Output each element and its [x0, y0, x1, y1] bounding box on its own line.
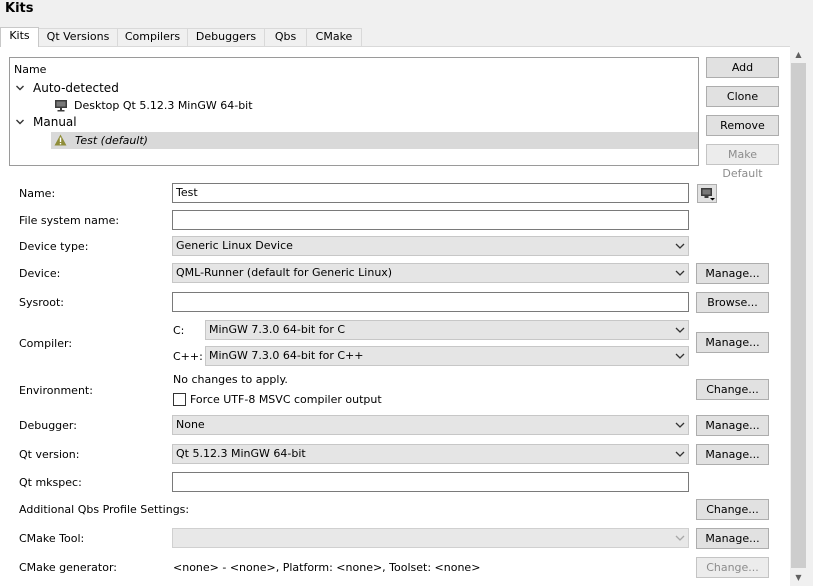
qbs-profile-label: Additional Qbs Profile Settings:	[19, 503, 190, 516]
page-title: Kits	[5, 1, 34, 16]
qt-version-select[interactable]: Qt 5.12.3 MinGW 64-bit	[172, 444, 689, 464]
environment-change-button[interactable]: Change...	[696, 379, 769, 400]
scroll-down-icon[interactable]: ▼	[790, 569, 807, 586]
chevron-down-icon[interactable]	[15, 80, 25, 97]
sysroot-input[interactable]	[172, 292, 689, 312]
scrollbar-thumb[interactable]	[791, 63, 806, 568]
filesystem-label: File system name:	[19, 214, 120, 227]
environment-status: No changes to apply.	[173, 373, 288, 386]
cmake-tool-select[interactable]	[172, 528, 689, 548]
chevron-down-icon	[675, 416, 685, 434]
chevron-down-icon	[675, 237, 685, 255]
monitor-dropdown-icon	[701, 188, 715, 201]
mkspec-input[interactable]	[172, 472, 689, 492]
sysroot-label: Sysroot:	[19, 296, 64, 309]
device-value: QML-Runner (default for Generic Linux)	[176, 266, 393, 279]
compiler-label: Compiler:	[19, 337, 73, 350]
compiler-c-value: MinGW 7.3.0 64-bit for C	[209, 323, 346, 336]
tab-bar: Kits Qt Versions Compilers Debuggers Qbs…	[0, 27, 362, 47]
name-label: Name:	[19, 187, 56, 200]
tree-header: Name	[14, 63, 47, 76]
chevron-down-icon	[675, 321, 685, 339]
device-type-select[interactable]: Generic Linux Device	[172, 236, 689, 256]
utf8-checkbox-label[interactable]: Force UTF-8 MSVC compiler output	[190, 393, 382, 407]
compiler-cpp-value: MinGW 7.3.0 64-bit for C++	[209, 349, 364, 362]
cmake-tool-label: CMake Tool:	[19, 532, 85, 545]
utf8-checkbox[interactable]	[173, 393, 186, 406]
device-type-label: Device type:	[19, 240, 89, 253]
chevron-down-icon[interactable]	[15, 114, 25, 131]
tree-item-desktop-kit[interactable]: Desktop Qt 5.12.3 MinGW 64-bit	[74, 97, 253, 114]
scroll-up-icon[interactable]: ▲	[790, 46, 807, 63]
cmake-generator-label: CMake generator:	[19, 561, 117, 574]
tab-debuggers[interactable]: Debuggers	[187, 28, 265, 46]
cmake-generator-value: <none> - <none>, Platform: <none>, Tools…	[173, 561, 481, 574]
tab-compilers[interactable]: Compilers	[117, 28, 188, 46]
vertical-scrollbar[interactable]: ▲ ▼	[790, 46, 807, 586]
monitor-icon	[54, 99, 68, 112]
tab-kits[interactable]: Kits	[0, 27, 39, 47]
cmake-tool-manage-button[interactable]: Manage...	[696, 528, 769, 549]
device-manage-button[interactable]: Manage...	[696, 263, 769, 284]
tree-group-auto-detected[interactable]: Auto-detected	[33, 80, 119, 97]
warning-icon	[54, 134, 67, 146]
device-select[interactable]: QML-Runner (default for Generic Linux)	[172, 263, 689, 283]
compiler-manage-button[interactable]: Manage...	[696, 332, 769, 353]
qt-version-label: Qt version:	[19, 448, 80, 461]
device-label: Device:	[19, 267, 61, 280]
debugger-label: Debugger:	[19, 419, 77, 432]
debugger-value: None	[176, 418, 205, 431]
compiler-cpp-label: C++:	[173, 350, 203, 363]
tab-qt-versions[interactable]: Qt Versions	[38, 28, 118, 46]
tree-group-manual[interactable]: Manual	[33, 114, 77, 131]
tree-item-label: Test (default)	[75, 134, 148, 147]
chevron-down-icon	[675, 347, 685, 365]
qt-version-value: Qt 5.12.3 MinGW 64-bit	[176, 447, 306, 460]
remove-button[interactable]: Remove	[706, 115, 779, 136]
device-type-value: Generic Linux Device	[176, 239, 293, 252]
device-icon-button[interactable]	[697, 184, 717, 203]
sysroot-browse-button[interactable]: Browse...	[696, 292, 769, 313]
kits-tree[interactable]: Name Auto-detected Desktop Qt 5.12.3 Min…	[9, 57, 699, 166]
compiler-c-label: C:	[173, 324, 185, 337]
environment-label: Environment:	[19, 384, 93, 397]
clone-button[interactable]: Clone	[706, 86, 779, 107]
filesystem-input[interactable]	[172, 210, 689, 230]
qt-version-manage-button[interactable]: Manage...	[696, 444, 769, 465]
make-default-button[interactable]: Make Default	[706, 144, 779, 180]
compiler-c-select[interactable]: MinGW 7.3.0 64-bit for C	[205, 320, 689, 340]
cmake-generator-change-button[interactable]: Change...	[696, 557, 769, 578]
chevron-down-icon	[675, 264, 685, 282]
compiler-cpp-select[interactable]: MinGW 7.3.0 64-bit for C++	[205, 346, 689, 366]
chevron-down-icon	[675, 529, 685, 547]
add-button[interactable]: Add	[706, 57, 779, 78]
tree-item-test-kit[interactable]: Test (default)	[51, 132, 698, 149]
debugger-select[interactable]: None	[172, 415, 689, 435]
chevron-down-icon	[675, 445, 685, 463]
name-input[interactable]: Test	[172, 183, 689, 203]
tab-qbs[interactable]: Qbs	[264, 28, 307, 46]
mkspec-label: Qt mkspec:	[19, 476, 82, 489]
qbs-change-button[interactable]: Change...	[696, 499, 769, 520]
tab-cmake[interactable]: CMake	[306, 28, 362, 46]
debugger-manage-button[interactable]: Manage...	[696, 415, 769, 436]
